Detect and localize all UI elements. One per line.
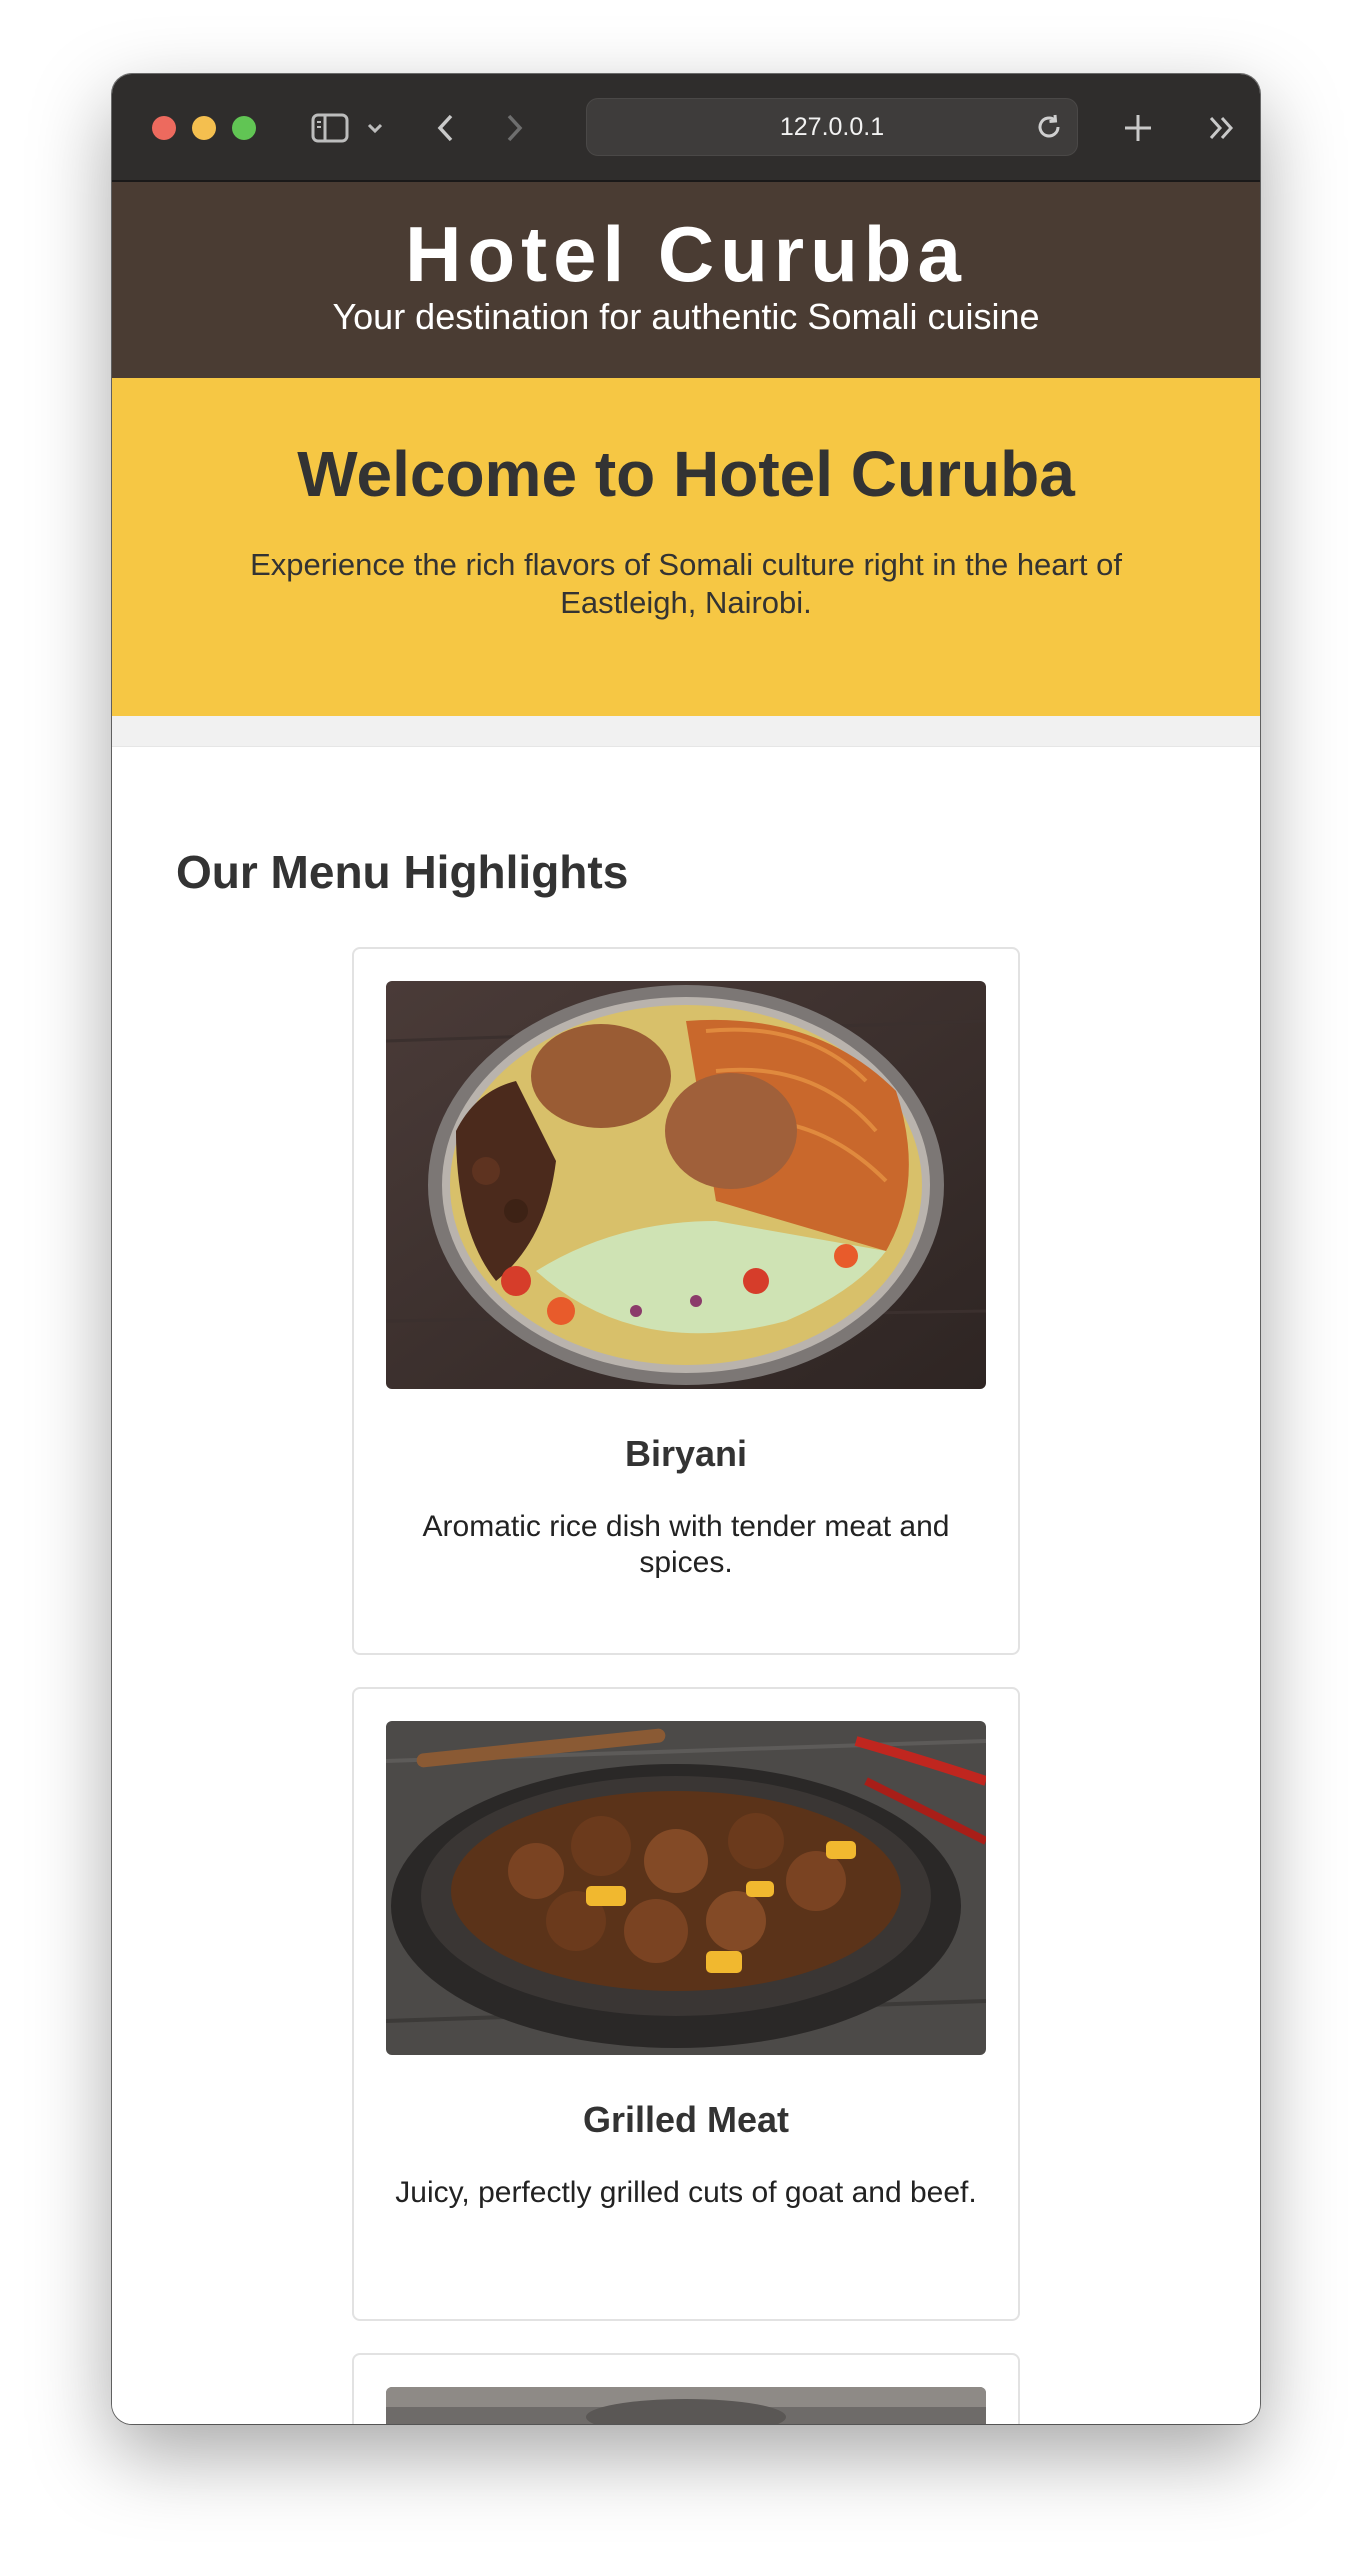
zoom-window-button[interactable] — [232, 116, 256, 140]
menu-card-grilled-meat[interactable]: Grilled Meat Juicy, perfectly grilled cu… — [352, 1687, 1020, 2321]
overflow-chevrons-icon[interactable] — [1202, 104, 1242, 152]
browser-toolbar: 127.0.0.1 — [112, 74, 1260, 182]
welcome-banner: Welcome to Hotel Curuba Experience the r… — [112, 378, 1260, 716]
menu-card-partial[interactable] — [352, 2353, 1020, 2424]
site-tagline: Your destination for authentic Somali cu… — [332, 296, 1040, 337]
menu-title: Our Menu Highlights — [176, 846, 629, 898]
welcome-text: Experience the rich flavors of Somali cu… — [250, 547, 1122, 620]
menu-item-image — [386, 2387, 986, 2424]
minimize-window-button[interactable] — [192, 116, 216, 140]
sidebar-icon[interactable] — [308, 104, 352, 152]
new-tab-icon[interactable] — [1118, 104, 1158, 152]
biryani-image — [386, 981, 986, 1389]
browser-window: 127.0.0.1 Hotel Curuba Your destination … — [112, 74, 1260, 2424]
grilled-meat-image — [386, 1721, 986, 2055]
forward-arrow-icon[interactable] — [500, 104, 530, 152]
url-text: 127.0.0.1 — [779, 112, 885, 141]
welcome-heading: Welcome to Hotel Curuba — [297, 438, 1075, 510]
menu-item-description: Juicy, perfectly grilled cuts of goat an… — [395, 2176, 977, 2209]
site-header: Hotel Curuba Your destination for authen… — [112, 182, 1260, 378]
address-bar[interactable]: 127.0.0.1 — [586, 98, 1078, 156]
chevron-down-icon[interactable] — [362, 104, 388, 152]
web-page: Hotel Curuba Your destination for authen… — [112, 182, 1260, 2424]
section-divider — [112, 716, 1260, 747]
menu-item-name: Biryani — [624, 1433, 748, 1474]
reload-icon[interactable] — [1033, 111, 1065, 143]
menu-card-biryani[interactable]: Biryani Aromatic rice dish with tender m… — [352, 947, 1020, 1655]
menu-item-name: Grilled Meat — [582, 2099, 790, 2140]
back-arrow-icon[interactable] — [430, 104, 460, 152]
site-title: Hotel Curuba — [405, 210, 967, 298]
close-window-button[interactable] — [152, 116, 176, 140]
menu-item-description: Aromatic rice dish with tender meat and … — [422, 1510, 950, 1579]
